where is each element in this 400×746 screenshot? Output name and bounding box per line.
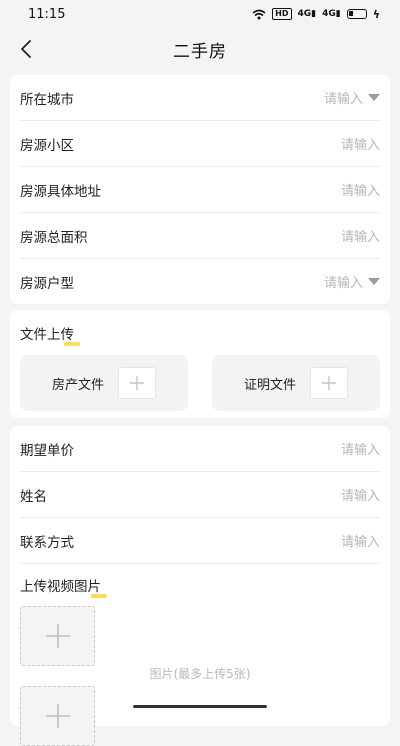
basic-info-card: 所在城市 请输入 房源小区 请输入 房源具体地址 请输入 房源总面积 请输入 房… (10, 75, 390, 304)
name-input[interactable]: 请输入 (341, 485, 380, 504)
layout-select[interactable]: 请输入 (324, 272, 380, 291)
unit-price-input[interactable]: 请输入 (341, 439, 380, 458)
form-row-community[interactable]: 房源小区 请输入 (20, 121, 380, 167)
dropdown-triangle-icon (368, 278, 380, 285)
status-icons: HD 4G▮ 4G▮ ϟ (252, 8, 380, 21)
form-row-layout[interactable]: 房源户型 请输入 (20, 259, 380, 304)
address-input[interactable]: 请输入 (341, 180, 380, 199)
area-input[interactable]: 请输入 (341, 226, 380, 245)
row-label: 所在城市 (20, 91, 74, 108)
plus-icon (45, 624, 70, 648)
form-row-contact[interactable]: 联系方式 请输入 (20, 518, 380, 564)
row-label: 房源小区 (20, 137, 74, 154)
section-title: 上传视频图片 (10, 564, 390, 598)
row-label: 房源户型 (20, 275, 74, 292)
upload-label: 房产文件 (51, 377, 104, 393)
plus-icon (130, 376, 144, 390)
form-row-area[interactable]: 房源总面积 请输入 (20, 213, 380, 259)
plus-icon (322, 376, 336, 390)
dropdown-triangle-icon (368, 94, 380, 101)
signal-icon-2: 4G▮ (322, 9, 341, 19)
charging-icon: ϟ (372, 7, 380, 21)
row-label: 期望单价 (20, 442, 74, 459)
row-placeholder: 请输入 (323, 92, 363, 107)
file-upload-card: 文件上传 房产文件 证明文件 (10, 310, 390, 418)
upload-label: 证明文件 (243, 377, 296, 393)
chevron-left-icon (21, 40, 31, 58)
plus-icon (45, 704, 70, 728)
row-label: 房源具体地址 (20, 183, 101, 200)
property-file-upload[interactable]: 房产文件 (20, 355, 188, 411)
add-file-button[interactable] (310, 367, 348, 399)
row-label: 联系方式 (20, 534, 74, 551)
back-button[interactable] (14, 36, 38, 62)
add-media-button[interactable] (20, 686, 95, 746)
city-select[interactable]: 请输入 (324, 88, 380, 107)
form-row-city[interactable]: 所在城市 请输入 (20, 75, 380, 121)
home-indicator[interactable] (133, 705, 267, 708)
page-header: 二手房 (0, 28, 400, 70)
page-title: 二手房 (173, 41, 227, 62)
community-input[interactable]: 请输入 (341, 134, 380, 153)
add-file-button[interactable] (118, 367, 156, 399)
media-upload-title: 上传视频图片 (20, 575, 107, 598)
status-bar: 11:15 HD 4G▮ 4G▮ ϟ (0, 0, 400, 28)
media-upload-area: 图片(最多上传5张) (10, 595, 390, 746)
extra-info-card: 期望单价 请输入 姓名 请输入 联系方式 请输入 上传视频图片 图片(最多上传5… (10, 426, 390, 746)
contact-input[interactable]: 请输入 (341, 531, 380, 550)
media-hint: 图片(最多上传5张) (149, 667, 251, 681)
battery-icon (346, 9, 367, 19)
signal-icon: 4G▮ (297, 9, 317, 19)
status-time: 11:15 (28, 6, 66, 22)
section-title: 文件上传 (10, 310, 390, 346)
wifi-icon (252, 9, 266, 19)
form-row-unit-price[interactable]: 期望单价 请输入 (20, 426, 380, 472)
row-placeholder: 请输入 (323, 276, 363, 291)
row-label: 房源总面积 (20, 229, 88, 246)
add-media-button[interactable] (20, 606, 95, 666)
form-row-name[interactable]: 姓名 请输入 (20, 472, 380, 518)
form-row-address[interactable]: 房源具体地址 请输入 (20, 167, 380, 213)
proof-file-upload[interactable]: 证明文件 (212, 355, 380, 411)
file-upload-title: 文件上传 (20, 323, 80, 346)
row-label: 姓名 (20, 488, 47, 505)
upload-row: 房产文件 证明文件 (10, 343, 390, 411)
hd-badge: HD (272, 8, 292, 20)
